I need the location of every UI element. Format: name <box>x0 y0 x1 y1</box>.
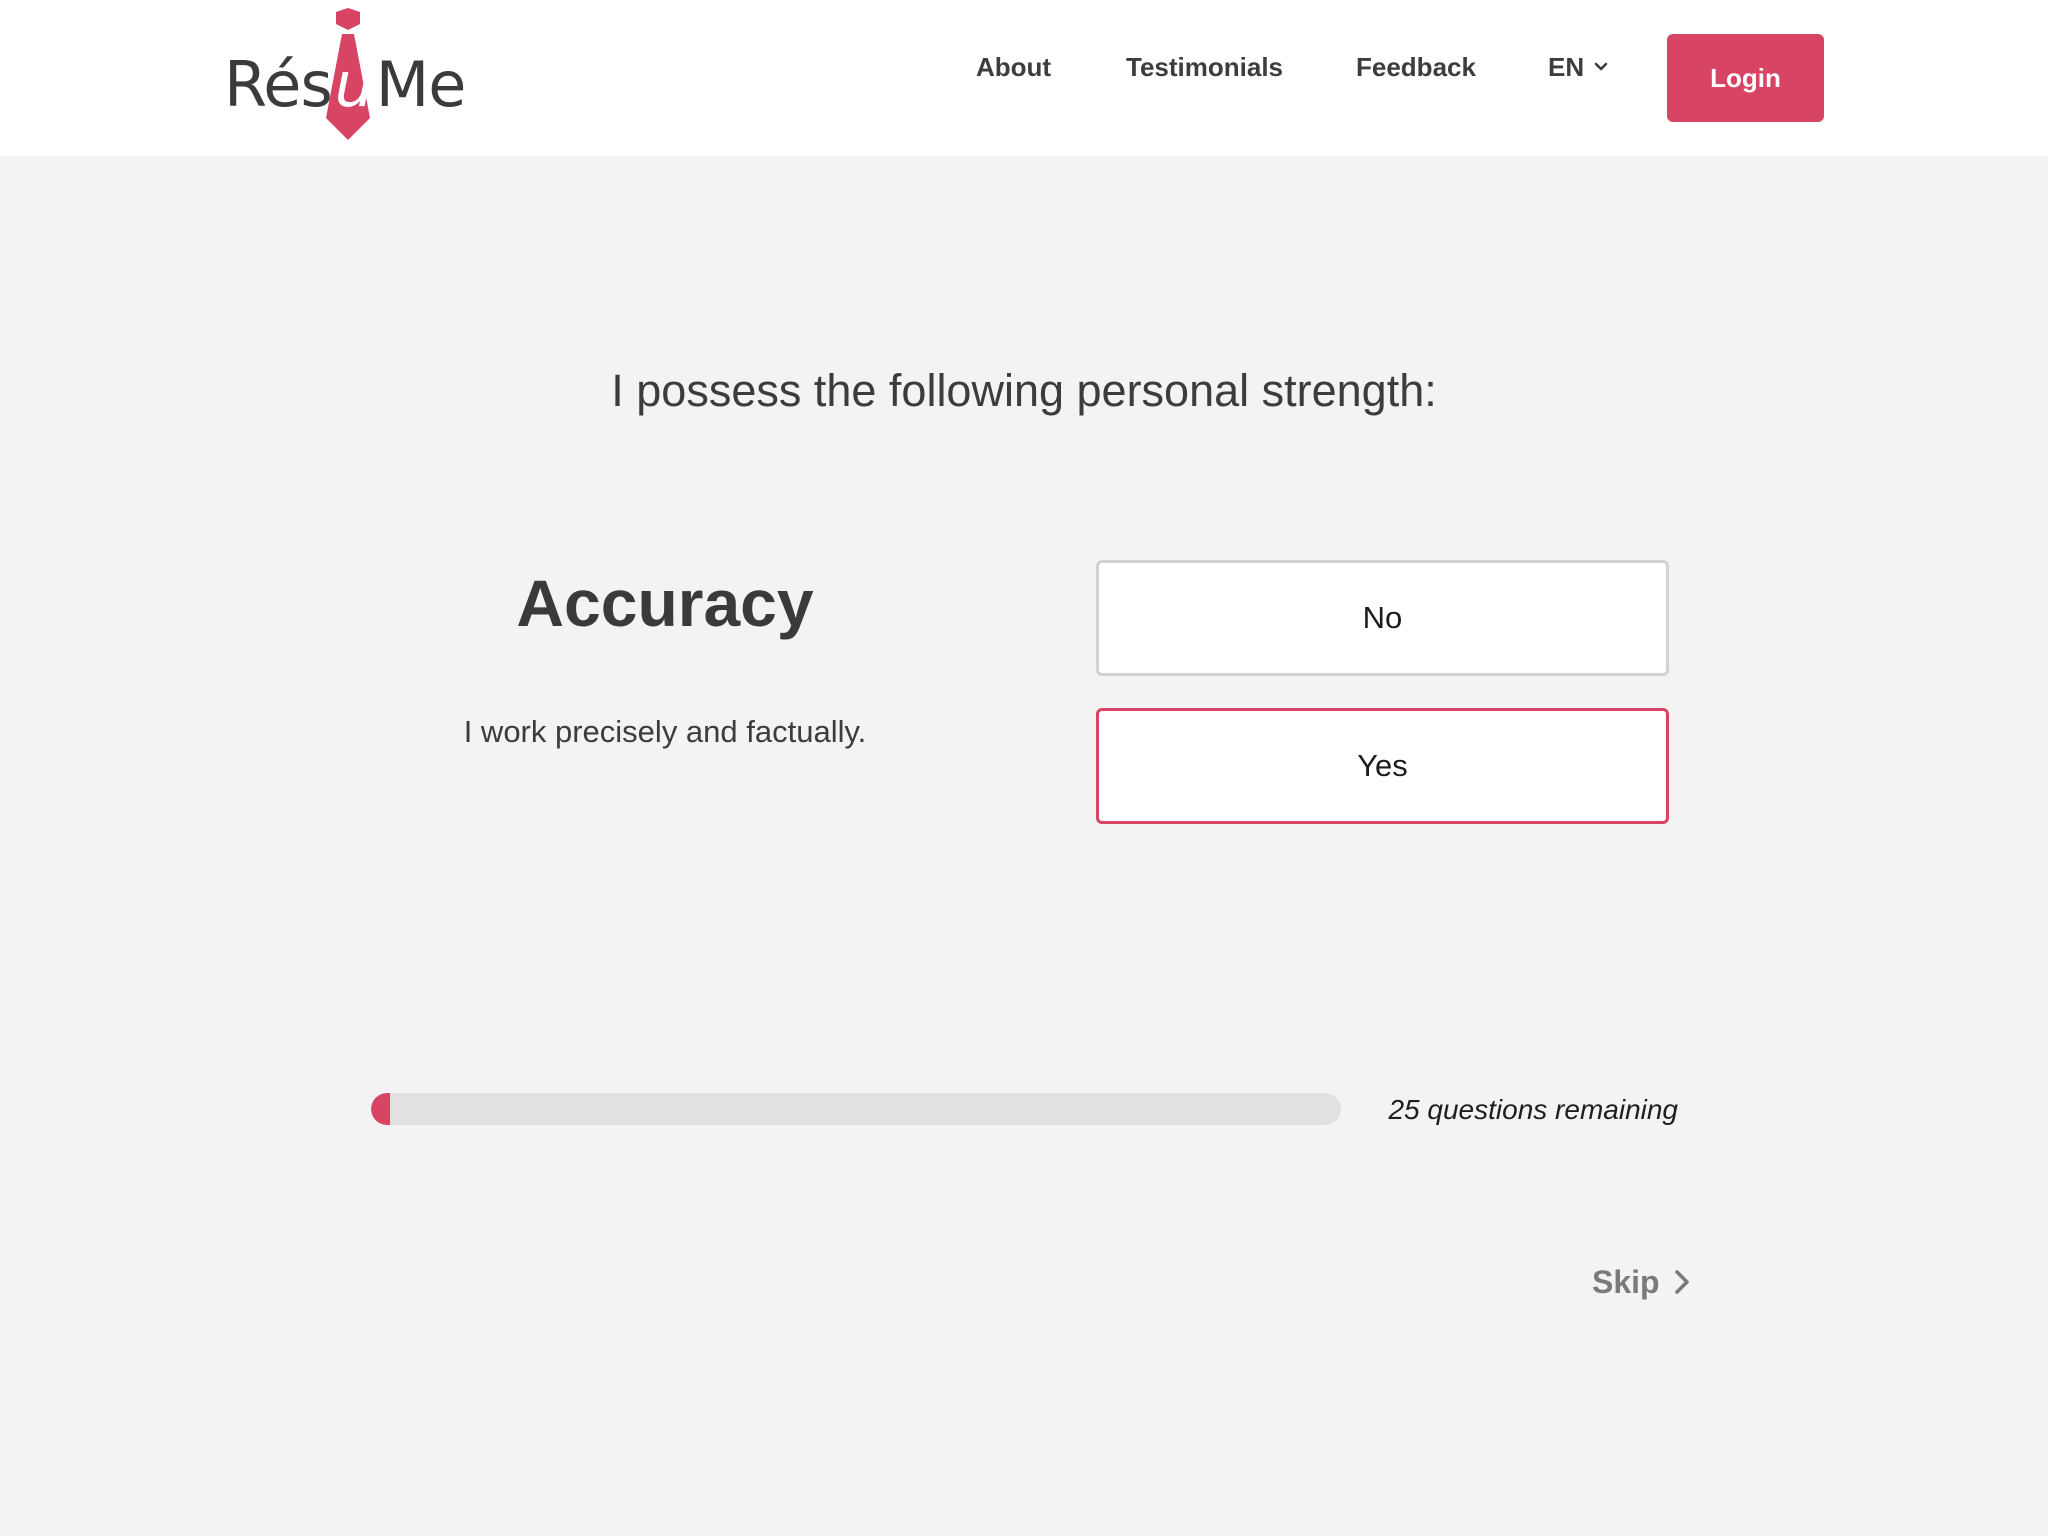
language-selector[interactable]: EN <box>1548 54 1608 80</box>
nav-testimonials[interactable]: Testimonials <box>1126 54 1283 80</box>
skip-button[interactable]: Skip <box>1592 1266 1690 1298</box>
progress-bar-fill <box>371 1093 391 1125</box>
logo-text-tie-letter: u <box>334 48 374 121</box>
answer-no-button[interactable]: No <box>1096 560 1669 676</box>
logo-text: RésuMe <box>224 48 466 121</box>
answer-yes-button[interactable]: Yes <box>1096 708 1669 824</box>
progress-bar <box>371 1093 1341 1125</box>
chevron-right-icon <box>1674 1270 1689 1294</box>
chevron-down-icon <box>1594 62 1608 71</box>
login-button[interactable]: Login <box>1667 34 1824 122</box>
logo-text-before: Rés <box>224 48 333 121</box>
logo-text-after: Me <box>375 48 467 121</box>
language-label: EN <box>1548 52 1585 82</box>
skip-label: Skip <box>1592 1264 1660 1300</box>
questions-remaining: 25 questions remaining <box>1388 1094 1678 1125</box>
strength-description: I work precisely and factually. <box>463 714 867 749</box>
strength-title: Accuracy <box>516 566 814 640</box>
resume-logo[interactable]: RésuMe <box>224 8 466 140</box>
question-prompt: I possess the following personal strengt… <box>611 365 1437 416</box>
site-header: RésuMe About Testimonials Feedback EN Lo… <box>0 0 2048 156</box>
nav-about[interactable]: About <box>976 54 1051 80</box>
nav-feedback[interactable]: Feedback <box>1356 54 1476 80</box>
